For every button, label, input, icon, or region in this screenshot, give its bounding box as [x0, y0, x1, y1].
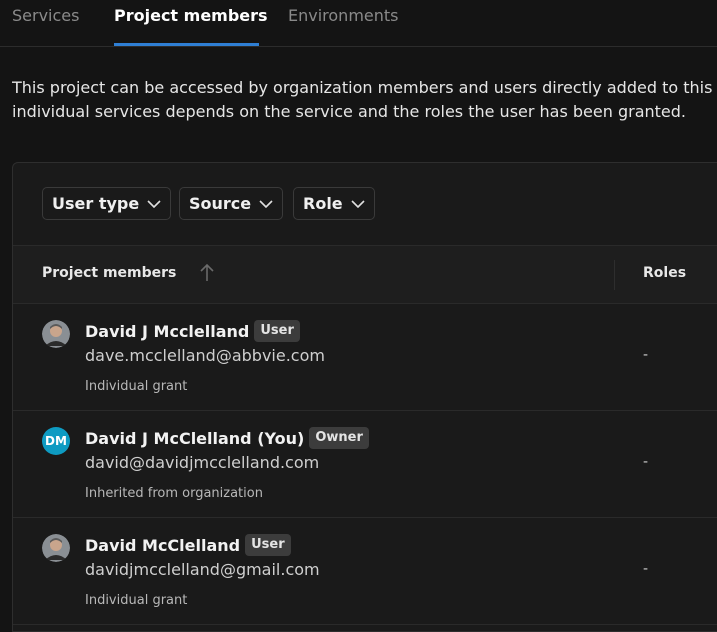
page-description: This project can be accessed by organiza…: [12, 76, 717, 124]
role-filter-label: Role: [303, 194, 343, 213]
role-filter-button[interactable]: Role: [293, 187, 375, 220]
member-name-line: David J Mcclelland User: [85, 320, 300, 342]
description-line-2: individual services depends on the servi…: [12, 102, 687, 121]
table-header: Project members Roles: [13, 245, 717, 304]
member-source: Inherited from organization: [85, 486, 263, 501]
table-row[interactable]: David McClelland User davidjmcclelland@g…: [13, 518, 717, 625]
column-header-project-members[interactable]: Project members: [42, 265, 176, 281]
member-name-line: David McClelland User: [85, 534, 291, 556]
column-divider[interactable]: [614, 260, 615, 290]
tab-bar: Services Project members Environments: [0, 0, 717, 47]
tab-services[interactable]: Services: [12, 6, 79, 25]
source-filter-label: Source: [189, 194, 252, 213]
user-type-filter-button[interactable]: User type: [42, 187, 172, 220]
user-type-badge: User: [245, 534, 291, 556]
table-row[interactable]: DM David J McClelland (You) Owner david@…: [13, 411, 717, 518]
column-header-roles[interactable]: Roles: [643, 265, 686, 281]
member-source: Individual grant: [85, 379, 188, 394]
tab-project-members[interactable]: Project members: [114, 6, 268, 25]
chevron-down-icon: [259, 199, 273, 208]
member-email: dave.mcclelland@abbvie.com: [85, 346, 325, 365]
member-name: David J Mcclelland: [85, 321, 250, 341]
active-tab-indicator: [114, 43, 259, 46]
sort-arrow-up-icon[interactable]: [199, 263, 215, 283]
members-panel: User type Source Role Project members Ro…: [12, 162, 717, 632]
chevron-down-icon: [147, 199, 161, 208]
member-email: davidjmcclelland@gmail.com: [85, 560, 320, 579]
source-filter-button[interactable]: Source: [179, 187, 284, 220]
avatar: [42, 534, 70, 562]
table-row[interactable]: David J Mcclelland User dave.mcclelland@…: [13, 304, 717, 411]
user-type-badge: User: [254, 320, 300, 342]
description-line-1: This project can be accessed by organiza…: [12, 78, 717, 97]
member-source: Individual grant: [85, 593, 188, 608]
member-name: David J McClelland (You): [85, 428, 305, 448]
member-name-line: David J McClelland (You) Owner: [85, 427, 369, 449]
member-name: David McClelland: [85, 535, 241, 555]
user-type-filter-label: User type: [52, 194, 140, 213]
chevron-down-icon: [351, 199, 365, 208]
member-role: -: [643, 347, 649, 363]
user-type-badge: Owner: [309, 427, 369, 449]
tab-environments[interactable]: Environments: [288, 6, 399, 25]
filter-bar: User type Source Role: [13, 163, 717, 245]
avatar: DM: [42, 427, 70, 455]
avatar: [42, 320, 70, 348]
member-email: david@davidjmcclelland.com: [85, 453, 320, 472]
member-role: -: [643, 561, 649, 577]
member-role: -: [643, 454, 649, 470]
